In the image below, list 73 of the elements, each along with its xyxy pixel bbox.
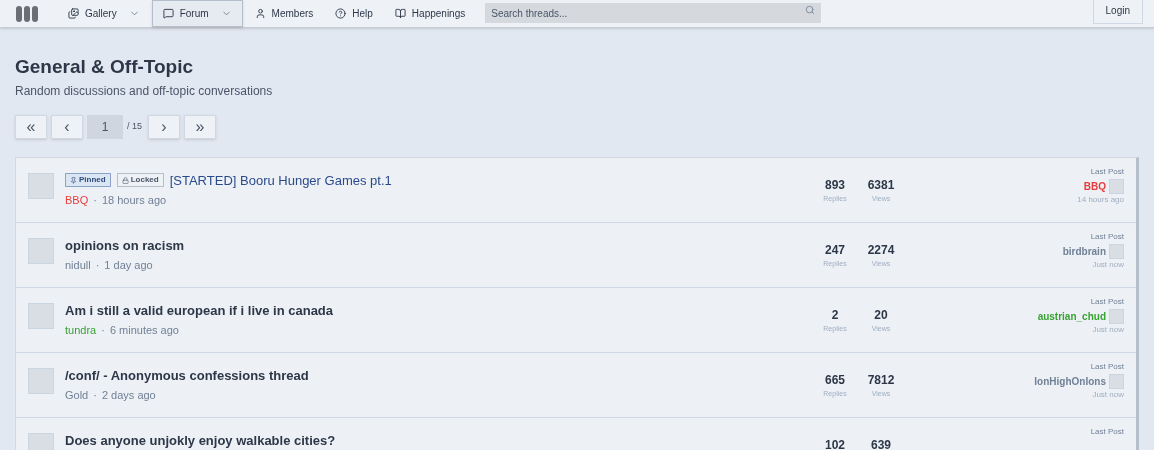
replies-count: 665 <box>824 371 846 389</box>
separator-dot: · <box>101 323 105 338</box>
separator-dot: · <box>95 258 100 273</box>
avatar <box>28 172 54 199</box>
thread-row[interactable]: Does anyone unjokly enjoy walkable cities? 102 639 Last Post <box>16 417 1136 450</box>
last-post-time: Just now <box>1092 323 1124 336</box>
avatar <box>1109 373 1124 389</box>
search-icon[interactable] <box>805 4 816 15</box>
replies-count: 2 <box>830 306 840 324</box>
login-button[interactable]: Login <box>1092 0 1143 24</box>
thread-time: 6 minutes ago <box>109 323 179 338</box>
last-page-button[interactable]: » <box>184 114 216 139</box>
gallery-icon <box>68 8 79 19</box>
avatar <box>1109 308 1124 324</box>
author-link[interactable]: BBQ <box>65 192 89 209</box>
nav-tab[interactable]: Forum <box>151 0 243 27</box>
thread-title[interactable]: [STARTED] Booru Hunger Games pt.1 <box>169 170 392 190</box>
avatar <box>1109 243 1124 259</box>
last-post-label: Last Post <box>1090 230 1124 243</box>
author-link[interactable]: nidull <box>65 257 91 274</box>
last-post-label: Last Post <box>1090 360 1124 373</box>
thread-title[interactable]: opinions on racism <box>65 235 185 255</box>
nav-tab[interactable]: Help <box>325 0 383 27</box>
replies-count: 102 <box>824 436 846 450</box>
last-post-label: Last Post <box>1090 295 1124 308</box>
person-icon <box>254 8 266 19</box>
avatar <box>1109 178 1124 194</box>
thread-title[interactable]: /conf/ - Anonymous confessions thread <box>65 365 309 385</box>
replies-count: 893 <box>824 176 846 194</box>
nav-tab[interactable]: Members <box>244 0 324 27</box>
thread-title[interactable]: Does anyone unjokly enjoy walkable cities? <box>65 430 336 450</box>
last-poster-link[interactable]: IonHighOnIons <box>1034 373 1106 389</box>
separator-dot: · <box>93 388 97 403</box>
views-count: 7812 <box>866 371 896 389</box>
nav-tab[interactable]: Happenings <box>384 0 476 27</box>
last-post-time: 14 hours ago <box>1077 193 1124 206</box>
page-subtitle: Random discussions and off-topic conversations <box>15 82 274 100</box>
pinned-badge: Pinned <box>65 173 111 188</box>
page-title: General & Off-Topic <box>15 55 195 79</box>
thread-time: 2 days ago <box>101 388 156 403</box>
avatar <box>28 237 54 264</box>
views-count: 639 <box>870 436 892 450</box>
nav-tab[interactable]: Gallery <box>58 0 150 27</box>
views-count: 6381 <box>866 176 896 194</box>
author-link[interactable]: Gold <box>65 387 89 404</box>
speech-bubble-icon <box>162 8 174 19</box>
avatar <box>28 302 54 329</box>
thread-time: 1 day ago <box>104 258 153 273</box>
lock-icon <box>121 176 129 184</box>
next-page-button[interactable]: › <box>148 114 180 139</box>
avatar <box>28 367 54 394</box>
locked-badge: Locked <box>116 173 164 188</box>
separator-dot: · <box>93 193 97 208</box>
last-poster-link[interactable]: birdbrain <box>1062 243 1106 259</box>
last-post-label: Last Post <box>1090 425 1124 438</box>
help-icon <box>335 8 347 19</box>
pin-icon <box>70 176 77 184</box>
search-field[interactable]: Search threads... <box>485 3 822 23</box>
page-count: / 15 <box>127 119 142 133</box>
views-count: 2274 <box>866 241 896 259</box>
current-page[interactable]: 1 <box>87 114 123 139</box>
last-post-time: Just now <box>1092 258 1124 271</box>
logo-icon[interactable] <box>16 4 38 23</box>
last-post-label: Last Post <box>1090 165 1124 178</box>
last-poster-link[interactable]: BBQ <box>1083 178 1106 194</box>
book-icon <box>394 8 406 19</box>
views-count: 20 <box>873 306 889 324</box>
first-page-button[interactable]: « <box>15 114 47 139</box>
thread-title[interactable]: Am i still a valid european if i live in canada <box>65 300 334 320</box>
thread-time: 18 hours ago <box>101 193 167 208</box>
replies-count: 247 <box>824 241 846 259</box>
last-post-time: Just now <box>1092 388 1124 401</box>
previous-page-button[interactable]: ‹ <box>51 114 83 139</box>
